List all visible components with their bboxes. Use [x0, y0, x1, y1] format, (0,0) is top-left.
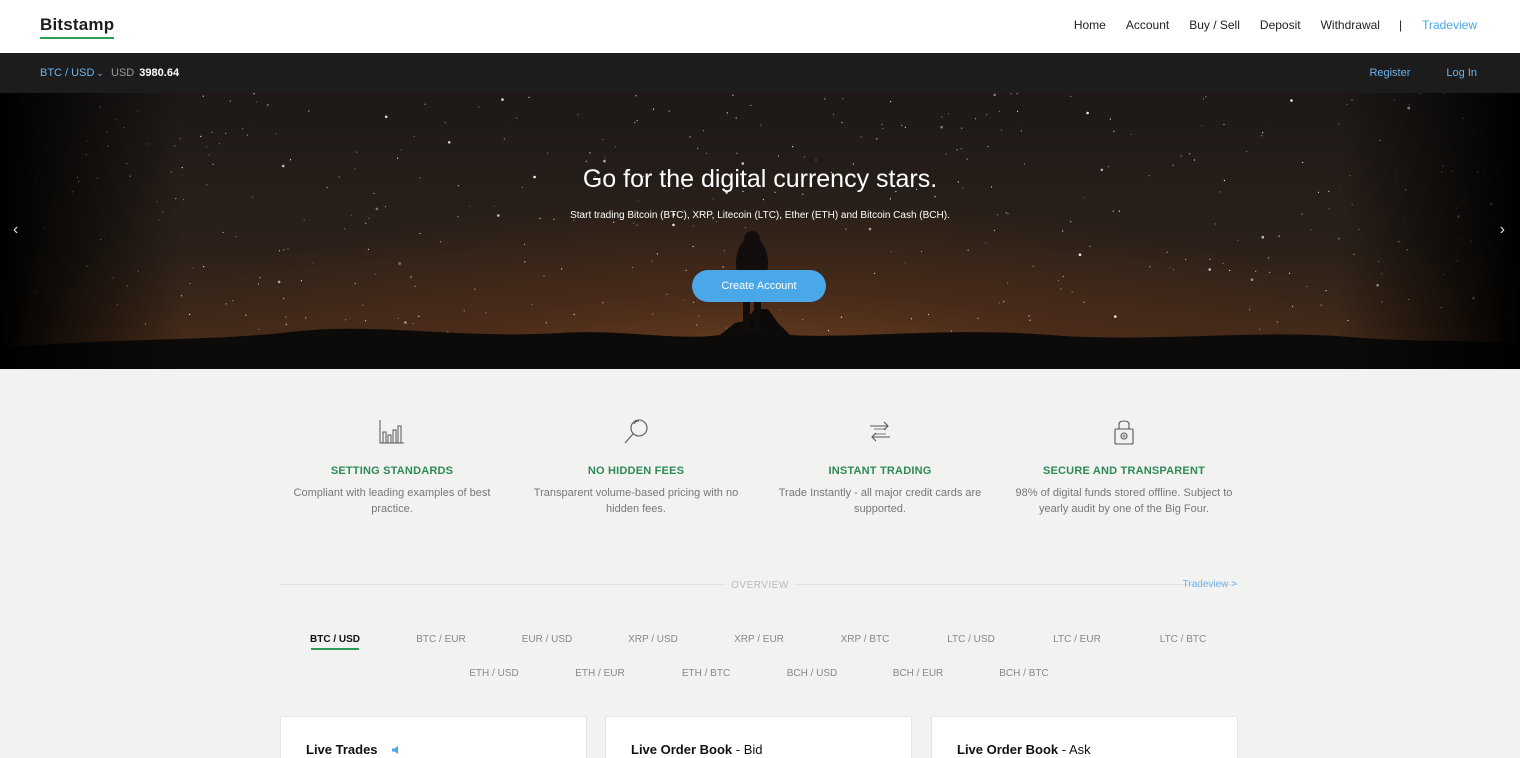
feature-instant-trading: INSTANT TRADING Trade Instantly - all ma…	[765, 418, 995, 517]
feature-secure-transparent: SECURE AND TRANSPARENT 98% of digital fu…	[1009, 418, 1239, 517]
card-title-main: Live Order Book	[957, 742, 1059, 757]
pair-tab-xrp-eur[interactable]: XRP / EUR	[706, 634, 812, 645]
price-value: 3980.64	[139, 67, 180, 79]
top-header: Bitstamp Home Account Buy / Sell Deposit…	[0, 0, 1520, 53]
tradeview-link[interactable]: Tradeview >	[1183, 579, 1237, 590]
main-nav: Home Account Buy / Sell Deposit Withdraw…	[1054, 18, 1477, 32]
feature-title: SECURE AND TRANSPARENT	[1042, 465, 1206, 477]
overview-heading: OVERVIEW	[731, 580, 789, 591]
padlock-icon	[1009, 418, 1239, 446]
feature-text: Transparent volume-based pricing with no…	[533, 487, 739, 515]
feature-no-hidden-fees: NO HIDDEN FEES Transparent volume-based …	[521, 418, 751, 517]
hero-vignette	[0, 93, 1520, 369]
nav-account[interactable]: Account	[1126, 18, 1169, 32]
feature-text: Compliant with leading examples of best …	[293, 487, 491, 515]
pair-tabs-row-1: BTC / USD BTC / EUR EUR / USD XRP / USD …	[280, 634, 1238, 650]
pair-tab-ltc-usd[interactable]: LTC / USD	[918, 634, 1024, 645]
pair-tab-eur-usd[interactable]: EUR / USD	[494, 634, 600, 645]
speaker-icon[interactable]	[391, 743, 401, 758]
price-bar: BTC / USD ⌄ USD 3980.64 Register Log In	[0, 53, 1520, 93]
exchange-arrows-icon	[765, 418, 995, 446]
pair-tab-bch-btc[interactable]: BCH / BTC	[971, 668, 1077, 679]
hero-subtitle: Start trading Bitcoin (BTC), XRP, Liteco…	[570, 210, 950, 221]
card-title-main: Live Trades	[306, 742, 378, 757]
bitstamp-logo[interactable]: Bitstamp	[40, 15, 115, 39]
create-account-button[interactable]: Create Account	[692, 270, 826, 302]
order-book-ask-card: Live Order Book - Ask	[931, 716, 1238, 758]
chevron-down-icon: ⌄	[96, 68, 104, 78]
pair-dropdown[interactable]: BTC / USD ⌄	[40, 67, 104, 79]
feature-text: Trade Instantly - all major credit cards…	[778, 487, 982, 515]
carousel-next-icon[interactable]: ›	[1500, 221, 1505, 239]
pair-tab-xrp-usd[interactable]: XRP / USD	[600, 634, 706, 645]
bar-chart-icon	[277, 418, 507, 446]
nav-withdrawal[interactable]: Withdrawal	[1321, 18, 1380, 32]
card-title-main: Live Order Book	[631, 742, 733, 757]
nav-buy-sell[interactable]: Buy / Sell	[1189, 18, 1240, 32]
pair-tab-bch-eur[interactable]: BCH / EUR	[865, 668, 971, 679]
price-currency: USD	[111, 67, 135, 79]
nav-home[interactable]: Home	[1074, 18, 1106, 32]
last-price: USD 3980.64	[111, 67, 179, 79]
register-link[interactable]: Register	[1369, 67, 1410, 79]
feature-title: NO HIDDEN FEES	[587, 465, 685, 477]
card-title-suffix: - Ask	[1058, 742, 1091, 757]
pair-tab-ltc-eur[interactable]: LTC / EUR	[1024, 634, 1130, 645]
pair-tabs-row-2: ETH / USD ETH / EUR ETH / BTC BCH / USD …	[280, 668, 1238, 679]
pair-tab-eth-usd[interactable]: ETH / USD	[441, 668, 547, 679]
carousel-prev-icon[interactable]: ‹	[13, 221, 18, 239]
pair-tab-bch-usd[interactable]: BCH / USD	[759, 668, 865, 679]
order-book-bid-card: Live Order Book - Bid	[605, 716, 912, 758]
feature-title: INSTANT TRADING	[828, 465, 932, 477]
hero-banner: Go for the digital currency stars. Start…	[0, 93, 1520, 369]
pair-tab-eth-eur[interactable]: ETH / EUR	[547, 668, 653, 679]
pair-tab-btc-usd[interactable]: BTC / USD	[282, 634, 388, 650]
auth-links: Register Log In	[1333, 67, 1477, 79]
live-trades-card: Live Trades	[280, 716, 587, 758]
pair-tab-ltc-btc[interactable]: LTC / BTC	[1130, 634, 1236, 645]
nav-tradeview[interactable]: Tradeview	[1422, 18, 1477, 32]
pair-dropdown-label: BTC / USD	[40, 67, 95, 79]
feature-setting-standards: SETTING STANDARDS Compliant with leading…	[277, 418, 507, 517]
pair-tab-xrp-btc[interactable]: XRP / BTC	[812, 634, 918, 645]
card-title: Live Trades	[306, 742, 401, 758]
card-title-suffix: - Bid	[732, 742, 763, 757]
login-link[interactable]: Log In	[1446, 67, 1477, 79]
pair-tab-btc-eur[interactable]: BTC / EUR	[388, 634, 494, 645]
feature-title: SETTING STANDARDS	[330, 465, 454, 477]
hero-title: Go for the digital currency stars.	[582, 165, 938, 193]
magnifier-icon	[521, 418, 751, 446]
feature-text: 98% of digital funds stored offline. Sub…	[1015, 487, 1233, 515]
card-title: Live Order Book - Ask	[957, 742, 1091, 757]
pair-tab-eth-btc[interactable]: ETH / BTC	[653, 668, 759, 679]
nav-deposit[interactable]: Deposit	[1260, 18, 1301, 32]
card-title: Live Order Book - Bid	[631, 742, 762, 757]
nav-separator: |	[1398, 18, 1403, 32]
